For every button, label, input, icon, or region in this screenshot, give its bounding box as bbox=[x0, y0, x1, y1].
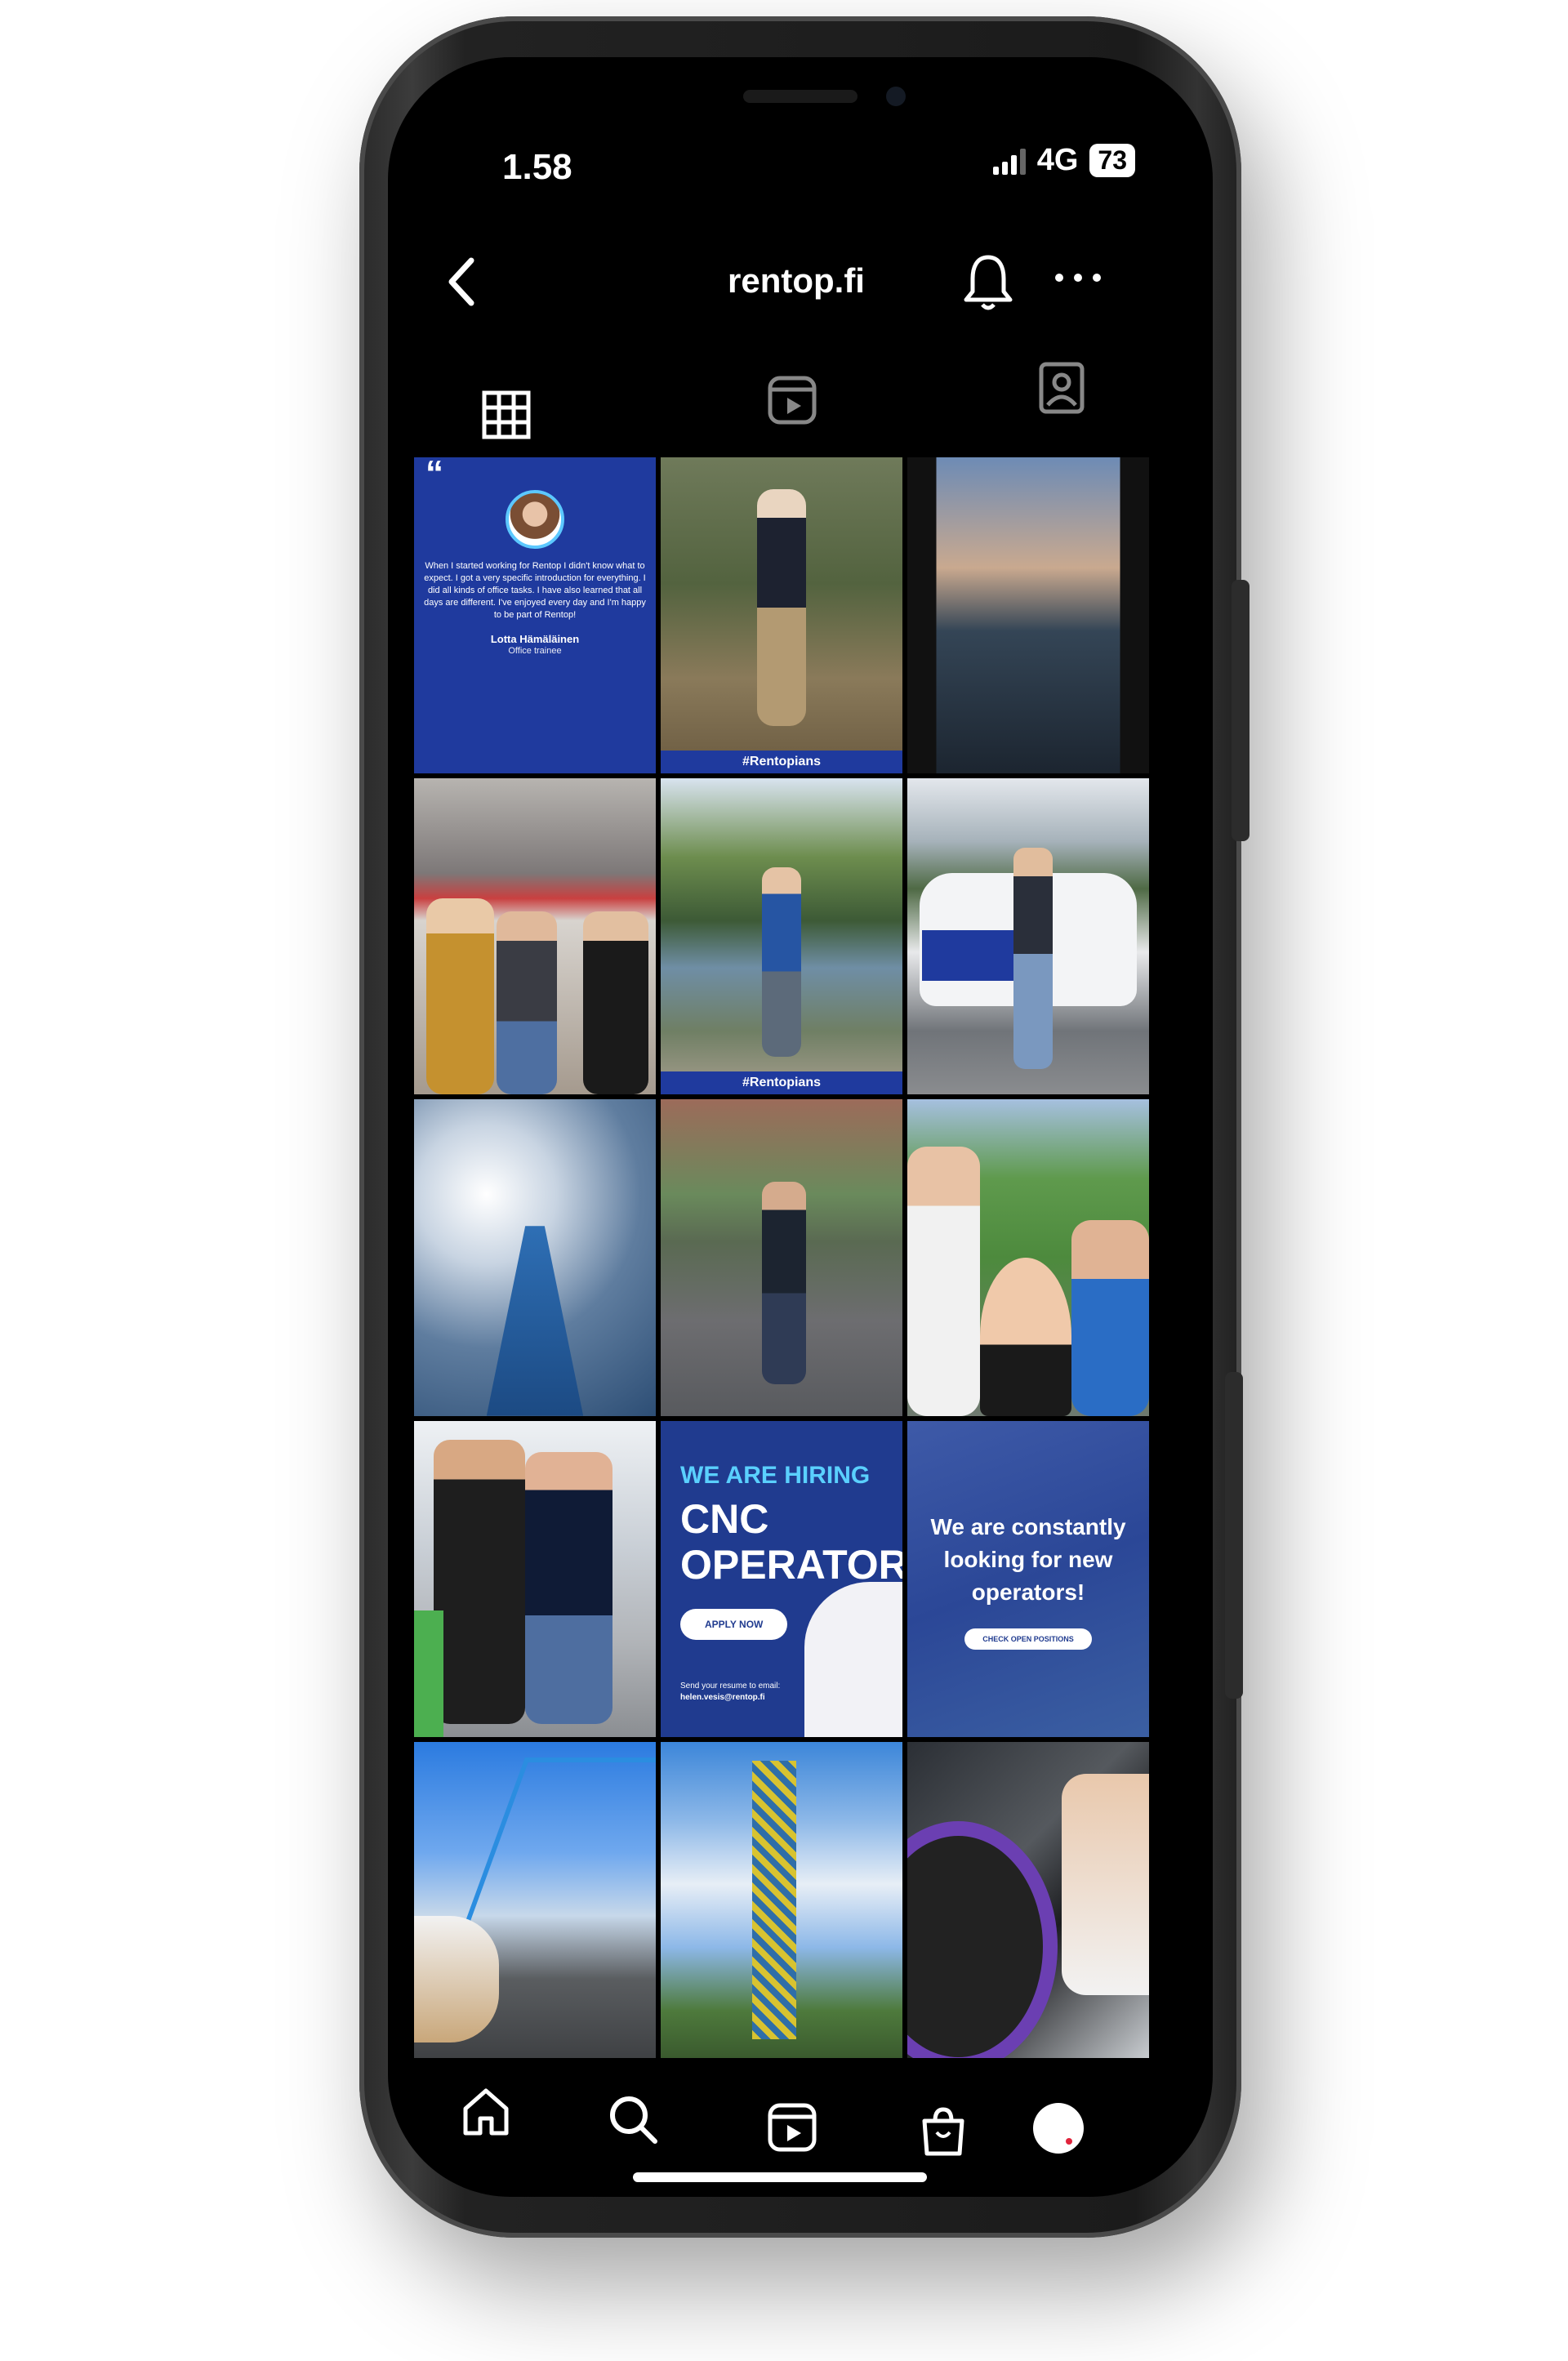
page-title: rentop.fi bbox=[728, 261, 865, 300]
search-icon[interactable] bbox=[604, 2091, 662, 2148]
speaker bbox=[743, 90, 858, 103]
quote-mark: “ bbox=[425, 457, 443, 493]
post-hiring[interactable]: WE ARE HIRING CNC OPERATORS APPLY NOW Se… bbox=[661, 1420, 902, 1737]
tagged-icon[interactable] bbox=[1033, 359, 1090, 417]
bottom-navigation bbox=[388, 2074, 1213, 2156]
post-photo[interactable] bbox=[907, 1099, 1149, 1416]
battery-indicator: 73 bbox=[1089, 144, 1135, 177]
post-photo[interactable] bbox=[414, 1420, 656, 1737]
profile-header: rentop.fi bbox=[388, 233, 1213, 331]
post-photo[interactable] bbox=[661, 1099, 902, 1416]
more-options-icon[interactable] bbox=[1049, 270, 1107, 286]
decorative-wave bbox=[804, 1581, 902, 1737]
post-photo[interactable] bbox=[661, 1741, 902, 2058]
back-icon[interactable] bbox=[437, 249, 486, 314]
post-photo[interactable] bbox=[907, 457, 1149, 774]
hiring-headline: WE ARE HIRING bbox=[680, 1461, 871, 1489]
status-time: 1.58 bbox=[502, 147, 572, 187]
profile-tabs bbox=[388, 362, 1213, 453]
notification-dot bbox=[1066, 2138, 1072, 2145]
bell-icon[interactable] bbox=[960, 249, 1017, 314]
post-grid: “ When I started working for Rentop I di… bbox=[414, 457, 1149, 2058]
post-photo[interactable]: #Rentopians bbox=[661, 778, 902, 1095]
home-indicator[interactable] bbox=[633, 2172, 927, 2182]
hashtag-label: #Rentopians bbox=[661, 1071, 902, 1095]
apply-now-button: APPLY NOW bbox=[680, 1608, 788, 1640]
side-button bbox=[1225, 1372, 1243, 1699]
home-icon[interactable] bbox=[457, 2083, 514, 2140]
reels-icon[interactable] bbox=[764, 372, 821, 429]
side-button bbox=[1232, 580, 1250, 841]
post-photo[interactable] bbox=[907, 778, 1149, 1095]
post-photo[interactable] bbox=[907, 1741, 1149, 2058]
quote-text: When I started working for Rentop I didn… bbox=[424, 561, 646, 620]
network-label: 4G bbox=[1036, 143, 1079, 177]
open-positions-button: CHECK OPEN POSITIONS bbox=[964, 1628, 1092, 1650]
post-looking[interactable]: We are constantly looking for new operat… bbox=[907, 1420, 1149, 1737]
shop-icon[interactable] bbox=[915, 2103, 972, 2160]
notch bbox=[559, 57, 1041, 155]
grid-icon[interactable] bbox=[478, 386, 535, 443]
hashtag-label: #Rentopians bbox=[661, 751, 902, 774]
front-camera bbox=[886, 87, 906, 106]
post-photo[interactable] bbox=[414, 1741, 656, 2058]
post-photo[interactable]: #Rentopians bbox=[661, 457, 902, 774]
avatar bbox=[506, 490, 564, 549]
avatar[interactable] bbox=[1033, 2103, 1084, 2154]
quote-name: Lotta Hämäläinen bbox=[490, 633, 580, 645]
screen: 1.58 4G 73 rentop.fi “ When I started wo… bbox=[388, 57, 1213, 2197]
hiring-title-line2: OPERATORS bbox=[680, 1541, 902, 1588]
post-photo[interactable] bbox=[414, 778, 656, 1095]
post-photo[interactable] bbox=[414, 1099, 656, 1416]
quote-role: Office trainee bbox=[508, 646, 562, 656]
post-quote[interactable]: “ When I started working for Rentop I di… bbox=[414, 457, 656, 774]
reels-icon[interactable] bbox=[764, 2099, 821, 2156]
hiring-title-line1: CNC bbox=[680, 1495, 769, 1542]
looking-text: We are constantly looking for new operat… bbox=[930, 1513, 1126, 1605]
